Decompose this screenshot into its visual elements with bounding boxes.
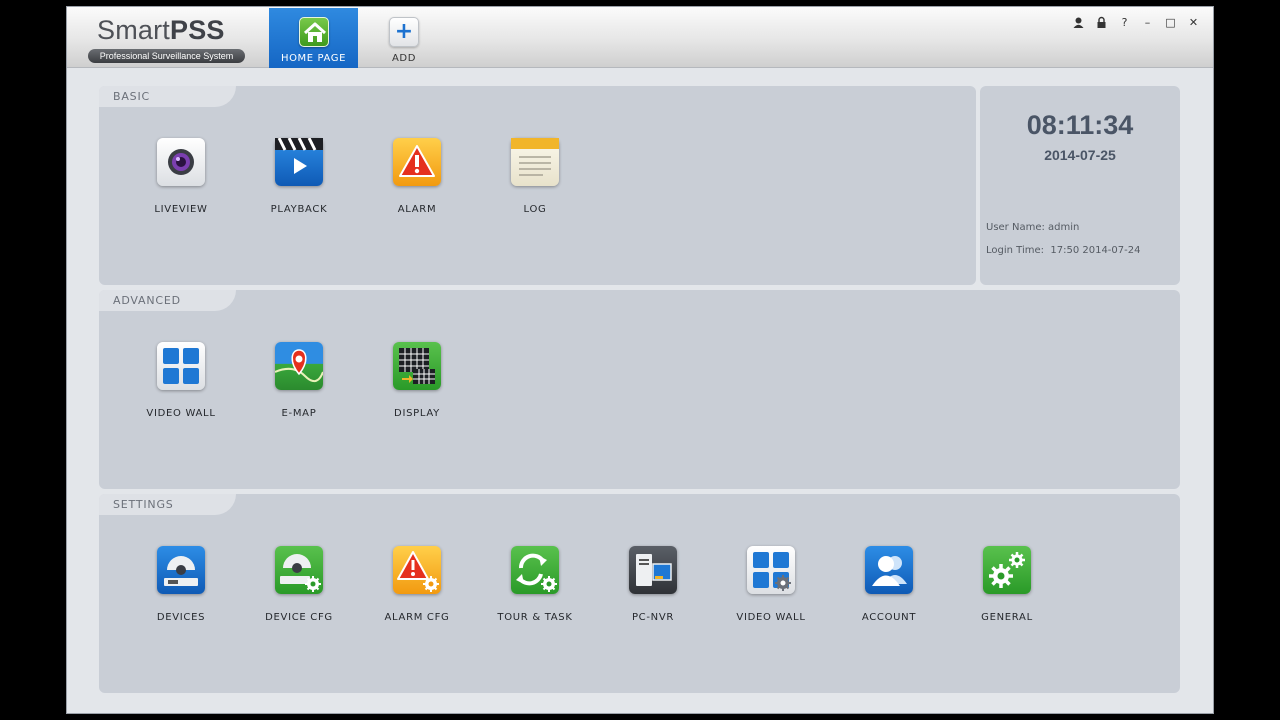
video-wall-label: VIDEO WALL <box>146 408 216 419</box>
user-name-value: admin <box>1048 222 1080 233</box>
settings-section-title: SETTINGS <box>99 494 236 515</box>
playback-button[interactable]: PLAYBACK <box>244 138 354 228</box>
liveview-button[interactable]: LIVEVIEW <box>126 138 236 228</box>
device-cfg-label: DEVICE CFG <box>265 612 333 623</box>
display-label: DISPLAY <box>394 408 440 419</box>
alarm-label: ALARM <box>397 204 437 215</box>
camera-lens-icon <box>157 138 205 186</box>
clock-panel: 08:11:34 2014-07-25 User Name: admin Log… <box>980 86 1180 285</box>
basic-section: BASIC LIVEVIEW PLAYBACK ALARM LOG <box>99 86 976 285</box>
device-cfg-button[interactable]: DEVICE CFG <box>244 546 354 636</box>
title-bar: SmartPSS Professional Surveillance Syste… <box>67 7 1213 68</box>
log-button[interactable]: LOG <box>480 138 590 228</box>
refresh-gear-icon <box>511 546 559 594</box>
help-icon[interactable]: ? <box>1113 15 1136 31</box>
alarm-button[interactable]: ALARM <box>362 138 472 228</box>
display-button[interactable]: DISPLAY <box>362 342 472 432</box>
pc-nvr-label: PC-NVR <box>631 612 675 623</box>
advanced-section-title: ADVANCED <box>99 290 236 311</box>
notepad-icon <box>511 138 559 186</box>
advanced-section: ADVANCED VIDEO WALL E-MAP DISPLAY <box>99 290 1180 489</box>
playback-label: PLAYBACK <box>270 204 328 215</box>
login-time-label: Login Time: <box>986 245 1044 256</box>
basic-section-title: BASIC <box>99 86 236 107</box>
home-icon <box>298 17 329 47</box>
tab-home-page[interactable]: HOME PAGE <box>269 8 358 68</box>
login-time-value: 17:50 2014-07-24 <box>1050 245 1141 256</box>
liveview-label: LIVEVIEW <box>154 204 208 215</box>
general-label: GENERAL <box>981 612 1033 623</box>
user-name-label: User Name: <box>986 222 1045 233</box>
current-time: 08:11:34 <box>1026 110 1134 140</box>
user-account-icon <box>865 546 913 594</box>
tab-add[interactable]: + ADD <box>363 8 445 68</box>
plus-icon: + <box>389 17 419 47</box>
map-pin-icon <box>275 342 323 390</box>
app-name: SmartPSS <box>97 15 225 46</box>
pc-nvr-button[interactable]: PC-NVR <box>598 546 708 636</box>
maximize-icon[interactable]: □ <box>1159 15 1182 31</box>
close-icon[interactable]: ✕ <box>1182 15 1205 31</box>
login-time-line: Login Time: 17:50 2014-07-24 <box>986 245 1140 256</box>
alarm-cfg-button[interactable]: ALARM CFG <box>362 546 472 636</box>
general-button[interactable]: GENERAL <box>952 546 1062 636</box>
account-label: ACCOUNT <box>861 612 917 623</box>
settings-section: SETTINGS DEVICES DEVICE CFG ALARM CFG TO… <box>99 494 1180 693</box>
tab-home-page-label: HOME PAGE <box>280 53 347 64</box>
warning-gear-icon <box>393 546 441 594</box>
devices-button[interactable]: DEVICES <box>126 546 236 636</box>
app-name-bold: PSS <box>170 15 225 45</box>
lock-icon[interactable] <box>1090 15 1113 31</box>
alarm-cfg-label: ALARM CFG <box>384 612 450 623</box>
user-name-line: User Name: admin <box>986 222 1079 233</box>
app-name-regular: Smart <box>97 15 171 45</box>
app-subtitle: Professional Surveillance System <box>88 49 245 63</box>
log-label: LOG <box>523 204 547 215</box>
tab-add-label: ADD <box>391 53 417 64</box>
video-wall-button[interactable]: VIDEO WALL <box>126 342 236 432</box>
video-wall-icon <box>157 342 205 390</box>
e-map-label: E-MAP <box>281 408 317 419</box>
smartpss-window: SmartPSS Professional Surveillance Syste… <box>66 6 1214 714</box>
window-controls: ? – □ ✕ <box>1067 15 1205 31</box>
display-grid-icon <box>393 342 441 390</box>
tour-and-task-label: TOUR & TASK <box>497 612 573 623</box>
current-date: 2014-07-25 <box>1044 147 1116 163</box>
minimize-icon[interactable]: – <box>1136 15 1159 31</box>
warning-icon <box>393 138 441 186</box>
user-icon[interactable] <box>1067 15 1090 31</box>
video-wall-settings-button[interactable]: VIDEO WALL <box>716 546 826 636</box>
gears-icon <box>983 546 1031 594</box>
nvr-icon <box>629 546 677 594</box>
video-wall-settings-label: VIDEO WALL <box>736 612 806 623</box>
clapperboard-icon <box>275 138 323 186</box>
e-map-button[interactable]: E-MAP <box>244 342 354 432</box>
dome-camera-icon <box>157 546 205 594</box>
tour-and-task-button[interactable]: TOUR & TASK <box>480 546 590 636</box>
dome-camera-gear-icon <box>275 546 323 594</box>
video-wall-gear-icon <box>747 546 795 594</box>
devices-label: DEVICES <box>156 612 206 623</box>
account-button[interactable]: ACCOUNT <box>834 546 944 636</box>
app-logo: SmartPSS Professional Surveillance Syste… <box>87 13 247 63</box>
